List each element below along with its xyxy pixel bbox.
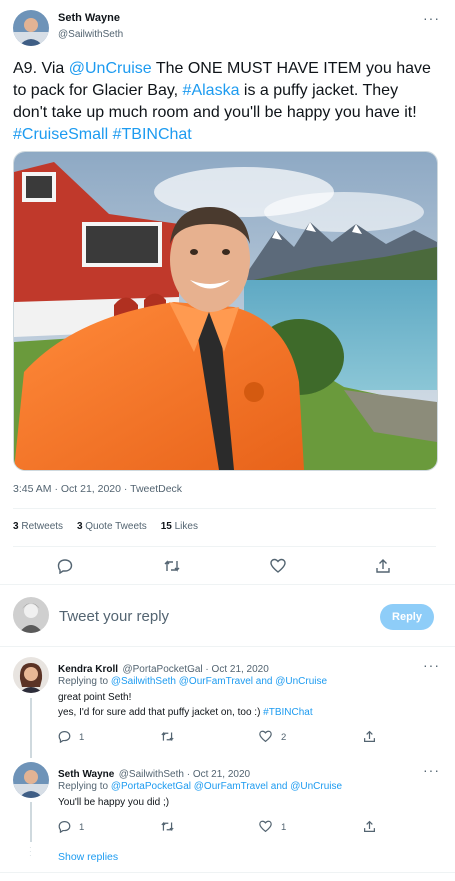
divider — [13, 508, 436, 509]
reply-count: 1 — [79, 732, 85, 743]
reply-author-avatar[interactable] — [13, 762, 49, 798]
reply-button[interactable]: Reply — [380, 604, 434, 630]
reply-input[interactable]: Tweet your reply — [59, 608, 169, 625]
thread-line — [30, 698, 32, 758]
divider — [13, 546, 436, 547]
quote-tweets-label: Quote Tweets — [85, 521, 147, 532]
reply-text-line: yes, I'd for sure add that puffy jacket … — [58, 705, 313, 720]
like-icon[interactable] — [270, 558, 286, 579]
share-icon[interactable] — [375, 558, 391, 579]
replying-to-users[interactable]: @SailwithSeth @OurFamTravel and @UnCruis… — [111, 676, 327, 687]
likes-count: 15 — [160, 521, 172, 532]
thread-dots: · · · — [29, 843, 32, 860]
replying-to-prefix: Replying to — [58, 781, 111, 792]
reply-icon[interactable] — [57, 558, 73, 579]
author-name[interactable]: Seth Wayne — [58, 12, 120, 24]
more-options-icon[interactable]: ··· — [423, 657, 440, 673]
reply-count: 1 — [79, 822, 85, 833]
tweet-timestamp[interactable]: 3:45 AM · Oct 21, 2020 · TweetDeck — [13, 483, 182, 495]
hashtag-link[interactable]: #TBINChat — [263, 707, 312, 718]
retweets-stat[interactable]: 3 Retweets — [13, 521, 63, 532]
tweet-text-part: A9. Via — [13, 60, 69, 77]
replying-to: Replying to @SailwithSeth @OurFamTravel … — [58, 674, 327, 689]
reply-icon[interactable] — [58, 730, 71, 748]
share-icon[interactable] — [363, 820, 376, 838]
reply-text: yes, I'd for sure add that puffy jacket … — [58, 707, 264, 718]
divider — [0, 646, 455, 647]
hashtag-link[interactable]: #Alaska — [183, 82, 240, 99]
tweet-text: A9. Via @UnCruise The ONE MUST HAVE ITEM… — [13, 58, 433, 146]
mention-link[interactable]: @UnCruise — [69, 60, 152, 77]
hashtag-link[interactable]: #CruiseSmall — [13, 126, 108, 143]
tweet-stats: 3 Retweets 3 Quote Tweets 15 Likes — [13, 521, 198, 532]
author-handle[interactable]: @SailwithSeth — [58, 29, 123, 40]
replying-to-prefix: Replying to — [58, 676, 111, 687]
retweets-count: 3 — [13, 521, 19, 532]
retweet-icon[interactable] — [160, 730, 175, 748]
retweet-icon[interactable] — [163, 558, 181, 579]
show-replies-link[interactable]: Show replies — [58, 851, 118, 863]
likes-label: Likes — [174, 521, 198, 532]
thread-line — [30, 802, 32, 842]
like-icon[interactable] — [259, 820, 272, 838]
like-count: 1 — [281, 822, 287, 833]
tweet-photo[interactable] — [13, 151, 438, 471]
likes-stat[interactable]: 15 Likes — [161, 521, 198, 532]
divider — [0, 584, 455, 585]
quote-tweets-stat[interactable]: 3 Quote Tweets — [77, 521, 147, 532]
reply-text-line: great point Seth! — [58, 692, 132, 703]
more-options-icon[interactable]: ··· — [423, 10, 440, 26]
replying-to: Replying to @PortaPocketGal @OurFamTrave… — [58, 779, 342, 794]
retweets-label: Retweets — [21, 521, 64, 532]
like-icon[interactable] — [259, 730, 272, 748]
reply-author-avatar[interactable] — [13, 657, 49, 693]
divider — [0, 872, 455, 873]
reply-icon[interactable] — [58, 820, 71, 838]
replying-to-users[interactable]: @PortaPocketGal @OurFamTravel and @UnCru… — [111, 781, 342, 792]
like-count: 2 — [281, 732, 287, 743]
current-user-avatar — [13, 597, 49, 633]
hashtag-link[interactable]: #TBINChat — [113, 126, 192, 143]
more-options-icon[interactable]: ··· — [423, 762, 440, 778]
share-icon[interactable] — [363, 730, 376, 748]
quote-tweets-count: 3 — [76, 521, 83, 532]
retweet-icon[interactable] — [160, 820, 175, 838]
author-avatar[interactable] — [13, 10, 49, 46]
reply-text-line: You'll be happy you did ;) — [58, 797, 170, 808]
